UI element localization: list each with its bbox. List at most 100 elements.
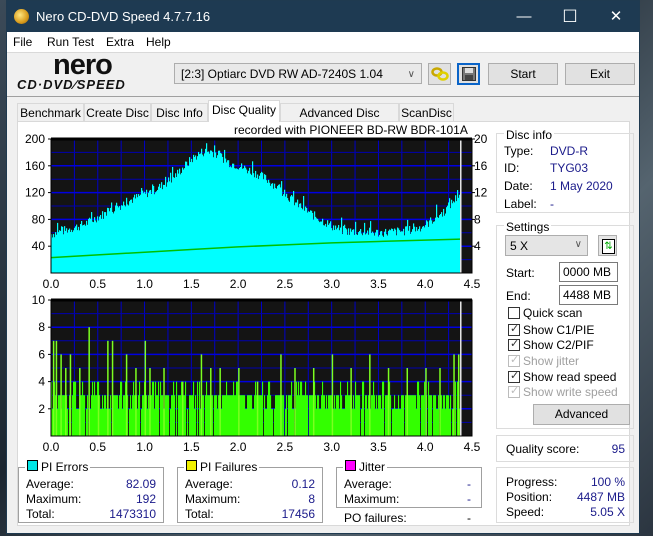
pi-errors-total-label: Total:: [26, 507, 55, 521]
chain-link-icon: [430, 67, 449, 81]
speed-select[interactable]: 5 X ∨: [505, 235, 588, 256]
tab-disc-info[interactable]: Disc Info: [151, 103, 208, 122]
save-button[interactable]: [457, 63, 480, 85]
disc-type-label: Type:: [504, 144, 534, 158]
jitter-title: Jitter: [359, 460, 386, 474]
menu-run-test[interactable]: Run Test: [47, 35, 94, 49]
show-c2-checkbox[interactable]: ✓: [508, 338, 520, 351]
disc-info-title: Disc info: [504, 128, 555, 142]
floppy-disk-icon: [461, 67, 476, 81]
checkmark-icon: ✓: [510, 385, 520, 397]
pi-failures-color-swatch: [186, 460, 197, 471]
position-value: 4487 MB: [576, 490, 625, 504]
nero-logo: nero CD·DVD∕SPEED: [15, 49, 165, 93]
disc-info-group: Disc info Type: DVD-R ID: TYG03 Date: 1 …: [496, 128, 634, 213]
show-read-speed-checkbox[interactable]: ✓: [508, 370, 520, 383]
jitter-average-value: -: [467, 477, 471, 491]
close-button[interactable]: ✕: [593, 1, 639, 32]
tab-advanced-disc-quality[interactable]: Advanced Disc Quality: [280, 103, 399, 138]
settings-title: Settings: [504, 220, 552, 234]
jitter-maximum-value: -: [467, 492, 471, 506]
toolbar: nero CD·DVD∕SPEED [2:3] Optiarc DVD RW A…: [7, 49, 639, 97]
start-label: Start:: [506, 266, 535, 280]
advanced-button[interactable]: Advanced: [533, 404, 630, 425]
position-label: Position:: [506, 490, 553, 504]
pi-errors-title: PI Errors: [41, 460, 89, 474]
tab-benchmark[interactable]: Benchmark: [17, 103, 84, 122]
start-button[interactable]: Start: [488, 63, 558, 85]
start-input[interactable]: 0000 MB: [559, 262, 618, 282]
settings-group: Settings 5 X ∨ ⇅ Start: 0000 MB End: 448…: [496, 220, 634, 429]
chevron-down-icon: ∨: [407, 69, 415, 80]
jitter-color-swatch: [345, 460, 356, 471]
jitter-maximum-label: Maximum:: [344, 492, 400, 506]
speed-label: Speed:: [506, 505, 545, 519]
pi-errors-average-value: 82.09: [125, 477, 156, 491]
quick-scan-checkbox[interactable]: [508, 307, 520, 319]
show-c2-label[interactable]: Show C2/PIF: [523, 338, 594, 352]
quality-score-label: Quality score:: [506, 442, 580, 456]
show-c1-checkbox[interactable]: ✓: [508, 323, 520, 336]
show-write-speed-checkbox[interactable]: ✓: [508, 385, 520, 398]
quality-score-group: Quality score: 95: [496, 435, 634, 462]
tab-disc-quality[interactable]: Disc Quality: [208, 100, 280, 122]
drive-info-button[interactable]: [428, 63, 451, 85]
disc-date-label: Date:: [504, 179, 533, 193]
drive-select[interactable]: [2:3] Optiarc DVD RW AD-7240S 1.04 ∨: [174, 63, 422, 84]
logo-speed-text: CD·DVD∕SPEED: [17, 77, 126, 92]
disc-label-label: Label:: [504, 197, 537, 211]
end-input[interactable]: 4488 MB: [559, 285, 618, 305]
show-jitter-label[interactable]: Show jitter: [523, 354, 579, 368]
checkmark-icon: ✓: [510, 370, 520, 382]
pi-failures-maximum-label: Maximum:: [185, 492, 241, 506]
checkmark-icon: ✓: [510, 338, 520, 350]
pi-errors-group: PI Errors Average: 82.09 Maximum: 192 To…: [18, 460, 164, 523]
show-read-speed-label[interactable]: Show read speed: [523, 370, 616, 384]
quick-scan-label[interactable]: Quick scan: [523, 306, 582, 320]
app-icon: [14, 9, 29, 24]
maximize-button[interactable]: ☐: [547, 1, 593, 32]
menu-extra[interactable]: Extra: [106, 35, 134, 49]
pi-failures-title: PI Failures: [200, 460, 258, 474]
disc-date-value: 1 May 2020: [550, 179, 613, 193]
jitter-average-label: Average:: [344, 477, 392, 491]
pi-failures-average-label: Average:: [185, 477, 233, 491]
disc-id-value: TYG03: [550, 161, 589, 175]
window-title: Nero CD-DVD Speed 4.7.7.16: [36, 9, 211, 24]
quality-score-value: 95: [611, 442, 625, 456]
show-c1-label[interactable]: Show C1/PIE: [523, 323, 594, 337]
tab-create-disc[interactable]: Create Disc: [84, 103, 151, 122]
pi-failures-maximum-value: 8: [308, 492, 315, 506]
menu-file[interactable]: File: [13, 35, 32, 49]
pi-errors-maximum-value: 192: [135, 492, 156, 506]
pi-failures-total-label: Total:: [185, 507, 214, 521]
show-jitter-checkbox[interactable]: ✓: [508, 354, 520, 367]
refresh-icon: ⇅: [602, 239, 615, 254]
progress-label: Progress:: [506, 475, 558, 489]
speed-select-value: 5 X: [510, 239, 529, 253]
refresh-speed-button[interactable]: ⇅: [598, 235, 617, 256]
title-bar: Nero CD-DVD Speed 4.7.7.16 — ☐ ✕: [7, 1, 639, 32]
end-label: End:: [506, 289, 531, 303]
pi-errors-maximum-label: Maximum:: [26, 492, 82, 506]
po-failures-label: PO failures:: [344, 511, 407, 525]
show-write-speed-label[interactable]: Show write speed: [523, 385, 618, 399]
jitter-group: Jitter Average: - Maximum: -: [336, 460, 482, 508]
disc-type-value: DVD-R: [550, 144, 588, 158]
minimize-button[interactable]: —: [501, 1, 547, 32]
progress-value: 100 %: [590, 475, 625, 489]
po-failures-value: -: [467, 511, 471, 525]
pi-errors-average-label: Average:: [26, 477, 74, 491]
tab-scandisc[interactable]: ScanDisc: [399, 103, 454, 122]
drive-select-value: [2:3] Optiarc DVD RW AD-7240S 1.04: [181, 67, 383, 81]
checkmark-icon: ✓: [510, 354, 520, 366]
progress-group: Progress: 100 % Position: 4487 MB Speed:…: [496, 467, 634, 523]
speed-value: 5.05 X: [590, 505, 625, 519]
end-input-value: 4488 MB: [563, 288, 612, 302]
disc-label-value: -: [550, 197, 554, 211]
pi-failures-group: PI Failures Average: 0.12 Maximum: 8 Tot…: [177, 460, 323, 523]
exit-button[interactable]: Exit: [565, 63, 635, 85]
menu-help[interactable]: Help: [146, 35, 171, 49]
pi-failures-total-value: 17456: [281, 507, 315, 521]
pi-errors-color-swatch: [27, 460, 38, 471]
